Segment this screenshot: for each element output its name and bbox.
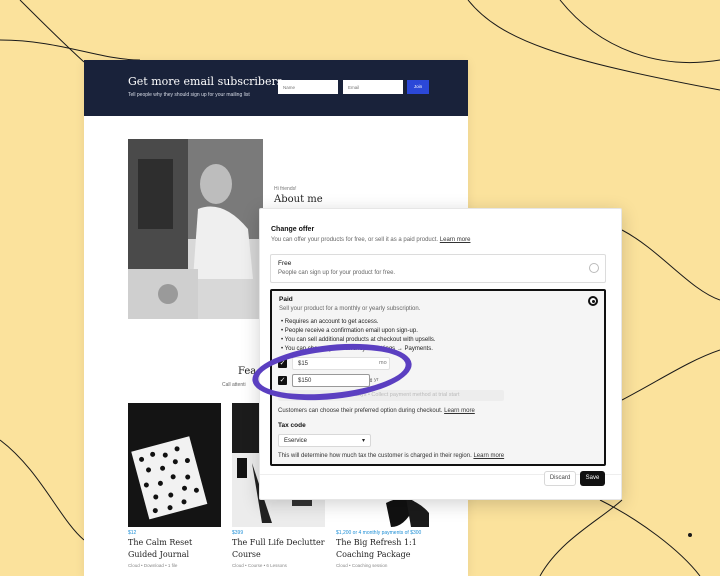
choose-option-text: Customers can choose their preferred opt… [278, 408, 475, 414]
chevron-down-icon: ▾ [361, 438, 365, 444]
product-meta: Cloud • Course • 6 Lessons [232, 563, 287, 568]
tax-help-text: This will determine how much tax the cus… [278, 453, 504, 459]
product-card[interactable]: $12 The Calm Reset Guided Journal Cloud … [128, 403, 221, 568]
choose-text: Customers can choose their preferred opt… [278, 408, 443, 414]
join-button[interactable]: Join [407, 80, 429, 94]
about-title: About me [274, 194, 323, 205]
learn-more-link[interactable]: Learn more [444, 408, 475, 414]
tax-code-value: Eservice [284, 438, 308, 444]
product-price: $1,200 or 4 monthly payments of $300 [336, 530, 422, 536]
tax-help: This will determine how much tax the cus… [278, 453, 472, 459]
modal-subtitle-text: You can offer your products for free, or… [271, 237, 439, 243]
tax-code-label: Tax code [278, 422, 306, 429]
email-input[interactable] [343, 80, 403, 94]
featured-subtitle: Call attenti [222, 382, 246, 388]
bullet-item: Requires an account to get access. [281, 318, 436, 327]
banner-subtitle: Tell people why they should sign up for … [128, 92, 250, 98]
about-photo [128, 139, 263, 319]
product-meta: Cloud • Download • 1 file [128, 563, 178, 568]
product-title[interactable]: The Big Refresh 1:1 Coaching Package [336, 537, 429, 561]
learn-more-link[interactable]: Learn more [440, 237, 471, 243]
product-title[interactable]: The Calm Reset Guided Journal [128, 537, 221, 561]
product-price: $12 [128, 530, 137, 536]
paid-radio[interactable] [588, 296, 598, 306]
banner-title: Get more email subscribers [128, 75, 283, 88]
free-option[interactable]: Free People can sign up for your product… [270, 254, 606, 283]
subscribe-banner: Get more email subscribers Tell people w… [84, 60, 468, 116]
free-radio[interactable] [589, 263, 599, 273]
bullet-item: People receive a confirmation email upon… [281, 327, 436, 336]
free-option-description: People can sign up for your product for … [278, 270, 396, 276]
product-price: $399 [232, 530, 244, 536]
learn-more-link[interactable]: Learn more [473, 453, 504, 459]
name-input[interactable] [278, 80, 338, 94]
modal-title: Change offer [271, 226, 315, 233]
product-image [128, 403, 221, 527]
tax-code-select[interactable]: Eservice ▾ [278, 434, 371, 447]
free-option-label: Free [278, 260, 292, 267]
product-meta: Cloud • Coaching session [336, 563, 388, 568]
about-greeting: Hi friends! [274, 186, 297, 192]
paid-option-label: Paid [279, 296, 293, 303]
save-button[interactable]: Save [580, 471, 605, 486]
paid-option-description: Sell your product for a monthly or yearl… [279, 306, 421, 312]
discard-button[interactable]: Discard [544, 471, 576, 486]
modal-subtitle: You can offer your products for free, or… [271, 237, 470, 243]
product-title[interactable]: The Full Life Declutter Course [232, 537, 325, 561]
